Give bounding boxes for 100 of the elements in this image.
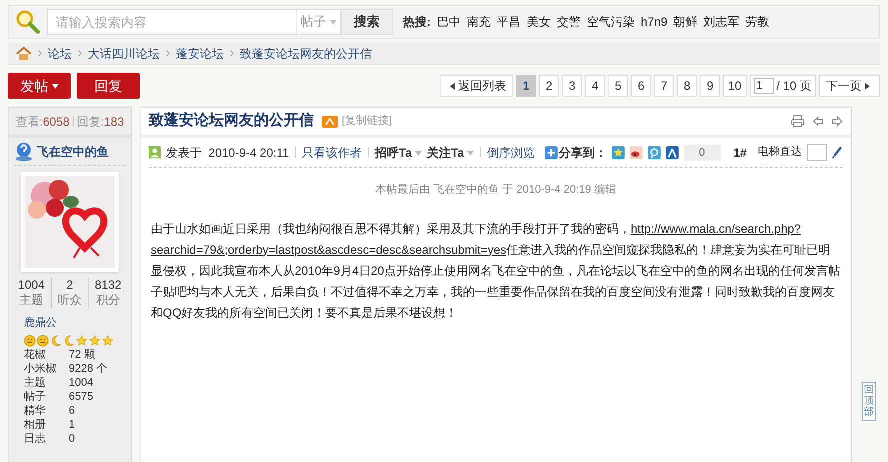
hot-search-link[interactable]: 朝鲜 xyxy=(674,13,698,31)
profile-field-label: 主题 xyxy=(24,376,47,390)
caret-icon xyxy=(330,20,336,26)
breadcrumb-link[interactable]: 蓬安论坛 xyxy=(176,44,224,62)
moon-icon xyxy=(50,334,62,346)
user-icon xyxy=(149,146,161,159)
profile-field-value: 0 xyxy=(69,432,76,446)
breadcrumb-link[interactable]: 论坛 xyxy=(48,44,72,62)
reverse-order-link[interactable]: 倒序浏览 xyxy=(487,144,536,162)
page-button[interactable]: 9 xyxy=(700,75,720,97)
next-page-button[interactable]: 下一页 xyxy=(819,75,880,97)
profile-field-value: 1 xyxy=(69,418,76,432)
stat-label: 积分 xyxy=(96,293,120,308)
profile-field-label: 相册 xyxy=(24,418,47,432)
profile-field-value: 72 颗 xyxy=(69,348,96,362)
breadcrumb-link[interactable]: 致蓬安论坛网友的公开信 xyxy=(240,44,372,62)
profile-field-value: 6575 xyxy=(69,390,94,404)
hot-search-link[interactable]: 刘志军 xyxy=(704,13,740,31)
page-button[interactable]: 10 xyxy=(723,75,747,97)
hot-search-link[interactable]: 空气污染 xyxy=(587,13,635,31)
profile-field-label: 日志 xyxy=(24,432,47,446)
chat-share-icon[interactable] xyxy=(648,146,661,160)
page-button[interactable]: 3 xyxy=(562,75,582,97)
chevron-icon xyxy=(230,50,234,57)
replies-count: 183 xyxy=(104,114,124,130)
views-label: 查看: xyxy=(16,114,44,130)
page-button[interactable]: 8 xyxy=(677,75,698,97)
smiley-icon xyxy=(24,334,36,346)
views-count: 6058 xyxy=(43,114,70,130)
elevator-label: 电梯直达 xyxy=(758,145,802,160)
hot-search-link[interactable]: 南充 xyxy=(467,13,491,31)
caret-icon xyxy=(467,150,474,156)
right-triangle-icon xyxy=(865,83,870,90)
star-icon xyxy=(76,334,88,346)
profile-field-value: 9228 个 xyxy=(69,362,108,376)
profile-field-value: 1004 xyxy=(69,376,94,390)
next-icon[interactable] xyxy=(832,116,843,127)
page-button[interactable]: 2 xyxy=(539,75,560,97)
hot-search-link[interactable]: 劳教 xyxy=(746,13,770,31)
search-icon xyxy=(15,9,41,35)
post-button[interactable]: 发帖 xyxy=(8,73,71,99)
print-icon[interactable] xyxy=(791,115,805,128)
plus-icon[interactable] xyxy=(545,146,558,160)
search-field[interactable]: 请输入搜索内容 xyxy=(47,9,297,35)
home-icon[interactable] xyxy=(16,46,32,60)
page-button[interactable]: 6 xyxy=(631,75,652,97)
chevron-icon xyxy=(166,50,170,57)
caret-icon xyxy=(52,84,58,90)
page-button[interactable]: 4 xyxy=(585,75,606,97)
follow-dropdown[interactable]: 关注Ta xyxy=(427,144,474,162)
profile-field-value: 6 xyxy=(69,404,76,418)
back-to-list-button[interactable]: 返回列表 xyxy=(440,75,514,97)
user-rank[interactable]: 鹿鼎公 xyxy=(24,317,57,329)
moon-icon xyxy=(63,334,75,346)
hot-search-link[interactable]: 巴中 xyxy=(437,13,461,31)
profile-field-label: 帖子 xyxy=(24,390,47,404)
back-to-top-button[interactable]: 回顶部 xyxy=(862,382,876,421)
star-icon xyxy=(102,334,114,346)
stat-value: 8132 xyxy=(95,278,122,293)
reply-button[interactable]: 回复 xyxy=(77,73,140,99)
url-link[interactable]: http://www.mala.cn/search.php? xyxy=(631,222,802,236)
page-button[interactable]: 5 xyxy=(608,75,628,97)
stat-value: 2 xyxy=(66,278,74,293)
profile-field-label: 花椒 xyxy=(24,348,47,362)
only-author-link[interactable]: 只看该作者 xyxy=(302,144,362,162)
share-label: 分享到： xyxy=(559,144,608,162)
chevron-icon xyxy=(78,50,82,57)
replies-label: 回复: xyxy=(76,114,104,130)
profile-field-label: 小米椒 xyxy=(24,362,58,376)
page-total: / 10 页 xyxy=(776,78,812,95)
breadcrumb-link[interactable]: 大话四川论坛 xyxy=(88,44,160,62)
hot-search-label: 热搜: xyxy=(403,14,431,31)
caret-icon xyxy=(415,150,422,156)
edit-note: 本帖最后由 飞在空中的鱼 于 2010-9-4 20:19 编辑 xyxy=(376,184,616,196)
previous-icon[interactable] xyxy=(813,116,824,127)
share-count: 0 xyxy=(684,144,721,160)
stat-label: 听众 xyxy=(58,293,82,308)
greet-dropdown[interactable]: 招呼Ta xyxy=(375,144,422,162)
page-button[interactable]: 1 xyxy=(516,75,536,97)
author-name[interactable]: 飞在空中的鱼 xyxy=(37,142,109,160)
search-button[interactable]: 搜索 xyxy=(341,9,393,35)
hot-search-link[interactable]: 平昌 xyxy=(497,13,521,31)
stat-value: 1004 xyxy=(18,278,45,293)
hot-search-link[interactable]: 交警 xyxy=(557,13,581,31)
profile-field-label: 精华 xyxy=(24,404,47,418)
url-link[interactable]: searchid=79&;orderby=lastpost&ascdesc=desc&searchsubmit=yes xyxy=(151,242,507,256)
page-button[interactable]: 7 xyxy=(654,75,674,97)
hot-search-link[interactable]: 美女 xyxy=(527,13,551,31)
stat-label: 主题 xyxy=(20,293,44,308)
floor-number: 1# xyxy=(734,144,747,162)
pen-icon[interactable] xyxy=(832,146,844,160)
page-input[interactable]: 1 xyxy=(754,78,774,94)
floor-input[interactable] xyxy=(806,144,827,161)
thread-title: 致蓬安论坛网友的公开信 xyxy=(149,111,314,132)
chevron-icon xyxy=(38,50,42,57)
smiley-icon xyxy=(37,334,49,346)
hot-search-link[interactable]: h7n9 xyxy=(641,13,668,31)
star-icon xyxy=(89,334,101,346)
hot-badge-icon xyxy=(322,116,338,128)
star-share-icon[interactable] xyxy=(612,146,625,160)
